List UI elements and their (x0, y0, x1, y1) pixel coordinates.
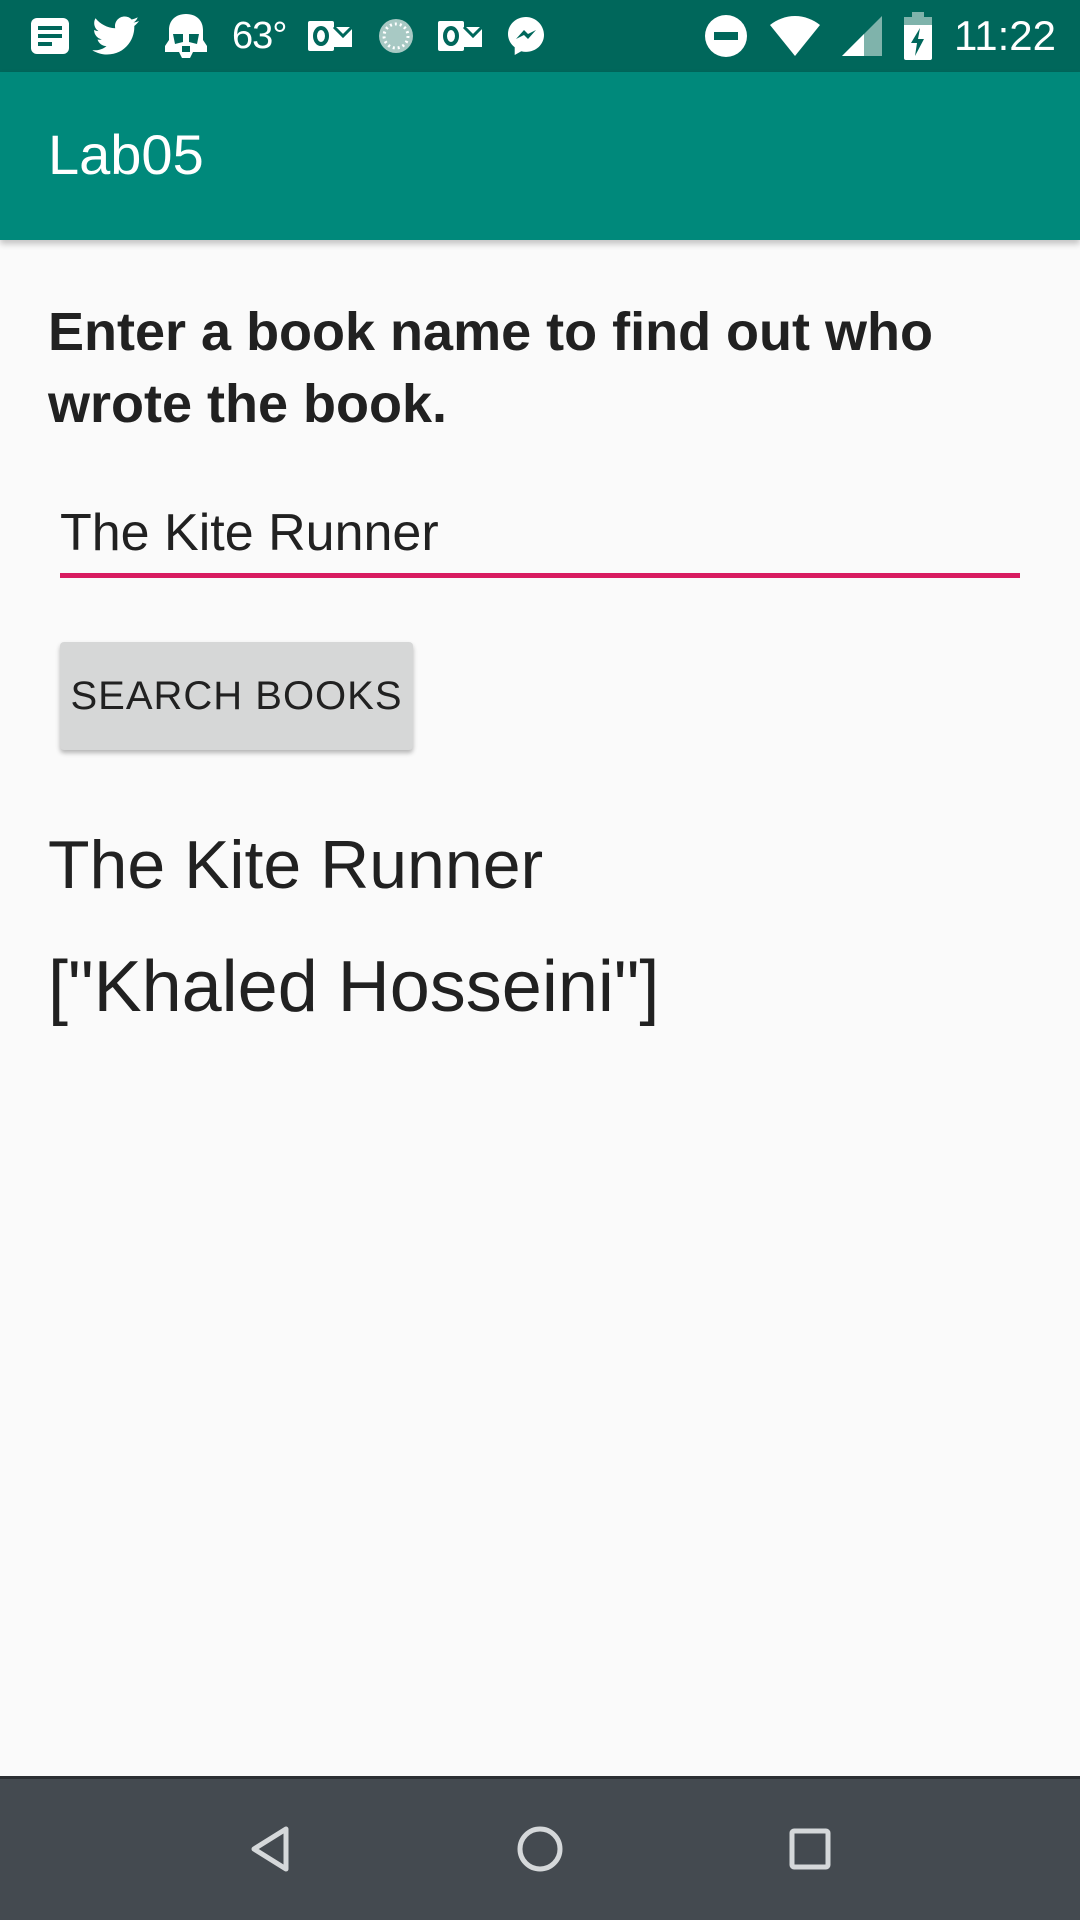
recents-button[interactable] (774, 1815, 846, 1887)
clock-text: 11:22 (954, 12, 1056, 59)
back-icon (248, 1825, 292, 1878)
screen: 63° 11:22 Lab05 Enter a book name to fin… (0, 0, 1080, 1920)
wifi-icon (770, 16, 820, 56)
notes-icon (30, 17, 70, 55)
status-bar-right: 11:22 (704, 0, 1056, 72)
temperature-text: 63° (232, 14, 287, 57)
navigation-bar (0, 1776, 1080, 1920)
book-name-input-container (60, 496, 1020, 578)
outlook-icon (308, 17, 354, 55)
stormtrooper-icon (162, 12, 210, 60)
twitter-icon (92, 16, 140, 56)
app-title: Lab05 (48, 123, 204, 186)
search-books-button[interactable]: SEARCH BOOKS (60, 642, 413, 750)
battery-charging-icon (904, 12, 932, 60)
back-button[interactable] (234, 1815, 306, 1887)
status-bar-left: 63° (30, 0, 546, 72)
sync-spinner-icon (376, 16, 416, 56)
do-not-disturb-icon (704, 14, 748, 58)
status-bar: 63° 11:22 (0, 0, 1080, 72)
recents-icon (788, 1827, 832, 1876)
book-name-input[interactable] (60, 496, 1020, 570)
outlook-icon (438, 17, 484, 55)
home-button[interactable] (504, 1815, 576, 1887)
messenger-icon (506, 15, 546, 57)
instruction-text: Enter a book name to find out who wrote … (48, 302, 933, 434)
result-book-title: The Kite Runner (48, 827, 544, 903)
cell-signal-icon (842, 16, 882, 56)
app-bar: Lab05 (0, 72, 1080, 240)
result-book-author: ["Khaled Hosseini"] (48, 947, 660, 1027)
home-icon (516, 1825, 564, 1878)
